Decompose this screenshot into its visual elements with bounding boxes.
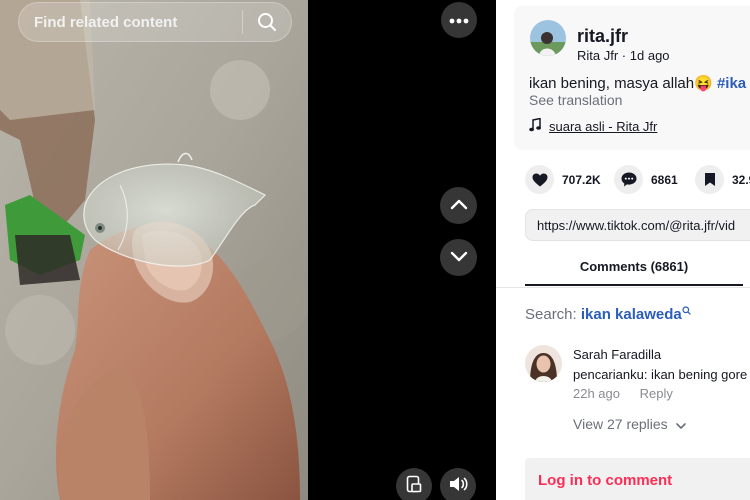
comment-text: pencarianku: ikan bening gore bbox=[573, 367, 748, 382]
search-suggestion[interactable]: Search: ikan kalaweda bbox=[525, 306, 691, 323]
view-replies-button[interactable]: View 27 replies bbox=[573, 416, 686, 432]
next-video-button[interactable] bbox=[440, 239, 477, 276]
tabs-divider bbox=[496, 287, 750, 288]
video-player[interactable]: Find related content bbox=[0, 0, 496, 500]
author-avatar[interactable] bbox=[530, 20, 566, 56]
volume-button[interactable] bbox=[440, 468, 476, 500]
see-translation-link[interactable]: See translation bbox=[529, 92, 622, 108]
reply-button[interactable]: Reply bbox=[640, 386, 673, 401]
related-search-placeholder: Find related content bbox=[34, 13, 178, 31]
search-icon[interactable] bbox=[243, 2, 291, 42]
commenter-avatar[interactable] bbox=[525, 345, 562, 382]
music-label: suara asli - Rita Jfr bbox=[549, 119, 658, 134]
search-suggestion-term[interactable]: ikan kalaweda bbox=[581, 306, 682, 323]
bookmark-icon bbox=[695, 165, 724, 194]
video-frame[interactable] bbox=[0, 0, 308, 500]
like-button[interactable]: 707.2K bbox=[525, 165, 601, 194]
comment-bubble-icon bbox=[614, 165, 643, 194]
description-card: rita.jfr Rita Jfr · 1d ago ikan bening, … bbox=[514, 6, 750, 150]
login-to-comment-link[interactable]: Log in to comment bbox=[538, 472, 672, 489]
caption-text: ikan bening, masya allah😝 bbox=[529, 75, 713, 92]
music-link[interactable]: suara asli - Rita Jfr bbox=[529, 117, 658, 135]
mini-player-icon bbox=[406, 475, 422, 498]
chevron-down-icon bbox=[450, 249, 468, 267]
volume-icon bbox=[448, 476, 468, 497]
related-search-bar[interactable]: Find related content bbox=[18, 2, 292, 42]
chevron-down-icon bbox=[668, 416, 686, 432]
author-username[interactable]: rita.jfr bbox=[577, 26, 628, 47]
mini-player-button[interactable] bbox=[396, 468, 432, 500]
like-count: 707.2K bbox=[562, 172, 601, 187]
small-search-icon bbox=[682, 306, 691, 323]
previous-video-button[interactable] bbox=[440, 187, 477, 224]
music-note-icon bbox=[529, 117, 541, 135]
video-info-panel: rita.jfr Rita Jfr · 1d ago ikan bening, … bbox=[496, 0, 750, 500]
comment-meta: 22h ago Reply bbox=[573, 386, 673, 401]
more-dots-icon bbox=[449, 11, 469, 29]
comment-count: 6861 bbox=[651, 172, 678, 187]
heart-icon bbox=[525, 165, 554, 194]
commenter-name[interactable]: Sarah Faradilla bbox=[573, 347, 661, 362]
more-options-button[interactable] bbox=[441, 2, 477, 38]
search-suggestion-prefix: Search: bbox=[525, 306, 577, 323]
save-button[interactable]: 32.9 bbox=[695, 165, 750, 194]
comment-time: 22h ago bbox=[573, 386, 620, 401]
tab-comments[interactable]: Comments (6861) bbox=[525, 252, 743, 286]
video-image bbox=[0, 0, 308, 500]
login-to-comment-bar[interactable]: Log in to comment bbox=[525, 458, 750, 500]
video-caption: ikan bening, masya allah😝 #ika bbox=[529, 74, 746, 92]
chevron-up-icon bbox=[450, 197, 468, 215]
comment-button[interactable]: 6861 bbox=[614, 165, 678, 194]
author-name[interactable]: Rita Jfr bbox=[577, 48, 618, 63]
caption-hashtag[interactable]: #ika bbox=[717, 75, 746, 92]
meta-separator: · bbox=[621, 48, 627, 63]
author-meta: Rita Jfr · 1d ago bbox=[577, 48, 670, 63]
video-link-field[interactable]: https://www.tiktok.com/@rita.jfr/vid bbox=[525, 209, 750, 241]
view-replies-label: View 27 replies bbox=[573, 416, 668, 432]
save-count: 32.9 bbox=[732, 172, 750, 187]
post-time: 1d ago bbox=[629, 48, 670, 63]
